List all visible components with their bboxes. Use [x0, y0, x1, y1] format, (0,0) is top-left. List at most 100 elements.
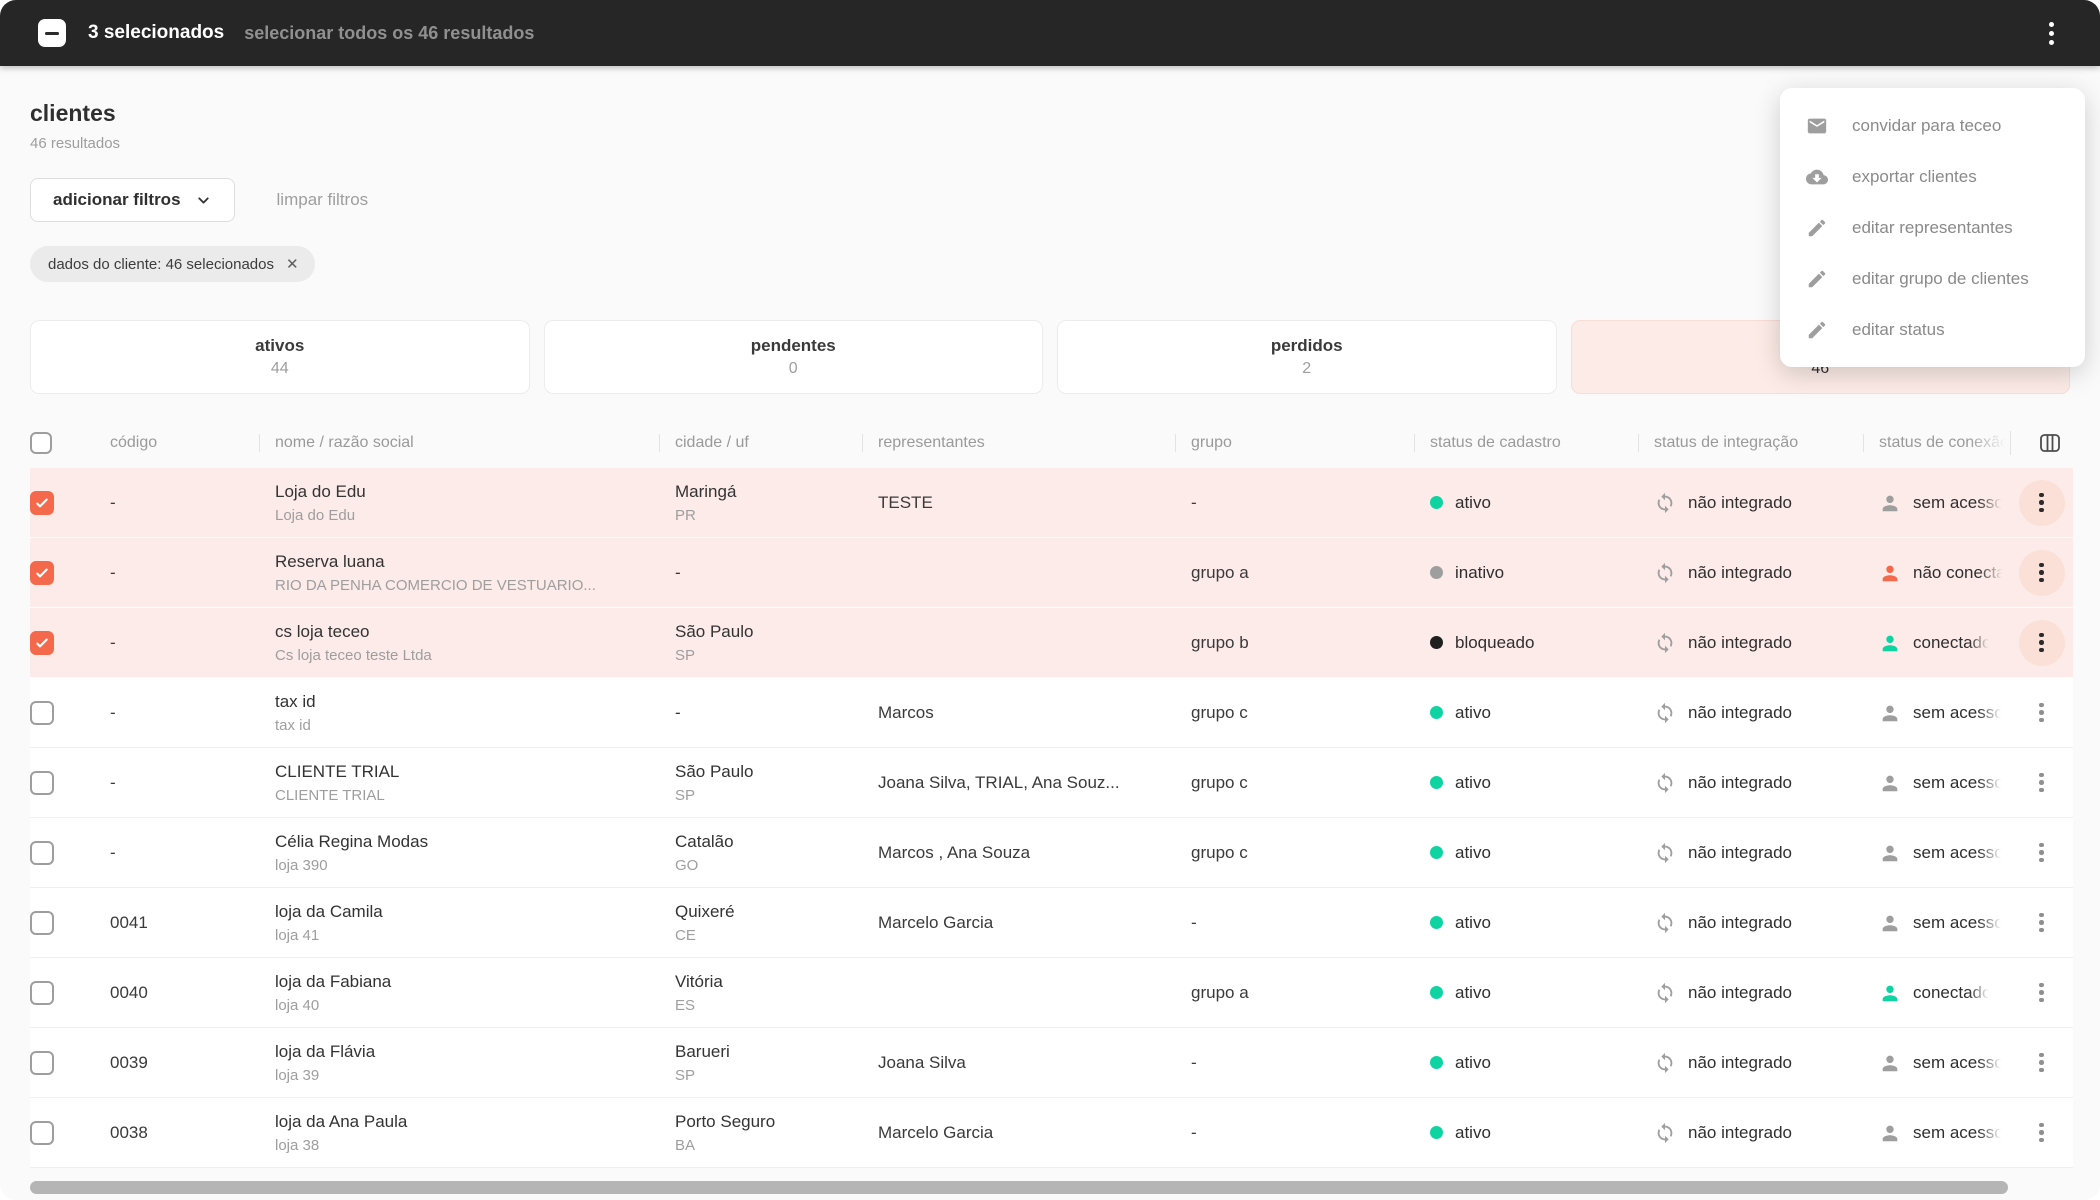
filter-chip[interactable]: dados do cliente: 46 selecionados ✕: [30, 246, 315, 282]
representatives-cell: Marcelo Garcia: [862, 1123, 1175, 1143]
selection-bar: 3 selecionados selecionar todos os 46 re…: [0, 0, 2100, 66]
column-picker-cell: [2010, 431, 2073, 455]
person-icon: [1879, 492, 1901, 514]
city-cell: QuixeréCE: [659, 902, 862, 944]
row-checkbox-cell: [30, 911, 110, 935]
row-checkbox[interactable]: [30, 701, 54, 725]
clients-page: 3 selecionados selecionar todos os 46 re…: [0, 0, 2100, 1200]
row-menu-cell: [2010, 550, 2073, 596]
status-dot-icon: [1430, 566, 1443, 579]
menu-item-editar-representantes[interactable]: editar representantes: [1780, 202, 2085, 253]
indeterminate-checkbox-icon[interactable]: [38, 19, 66, 47]
row-menu-button[interactable]: [2019, 620, 2065, 666]
code-cell: 0039: [110, 1053, 259, 1073]
status-dot-icon: [1430, 496, 1443, 509]
row-checkbox-cell: [30, 561, 110, 585]
sync-icon: [1654, 562, 1676, 584]
column-header-5: grupo: [1175, 434, 1414, 452]
connection-status-cell: sem acesso: [1863, 492, 2010, 514]
tab-ativos[interactable]: ativos44: [30, 320, 530, 394]
active-filters: dados do cliente: 46 selecionados ✕: [30, 246, 2070, 282]
client-name: loja da Camila: [275, 902, 659, 922]
client-name: loja da Ana Paula: [275, 1112, 659, 1132]
name-cell: cs loja teceoCs loja teceo teste Ltda: [259, 622, 659, 664]
registration-status-label: ativo: [1455, 493, 1491, 513]
client-legal-name: CLIENTE TRIAL: [275, 787, 659, 804]
connection-status-label: sem acesso: [1913, 773, 2004, 793]
client-legal-name: tax id: [275, 717, 659, 734]
registration-status-cell: ativo: [1414, 493, 1638, 513]
city-name: São Paulo: [675, 622, 862, 642]
row-menu-button[interactable]: [2019, 830, 2065, 876]
horizontal-scrollbar[interactable]: [30, 1181, 2008, 1194]
select-all-results-button[interactable]: selecionar todos os 46 resultados: [244, 23, 534, 44]
menu-item-convidar-para-teceo[interactable]: convidar para teceo: [1780, 100, 2085, 151]
chevron-down-icon: [195, 192, 212, 209]
tab-label: ativos: [255, 336, 304, 356]
menu-item-label: exportar clientes: [1852, 167, 1977, 187]
representatives-cell: Marcelo Garcia: [862, 913, 1175, 933]
sync-icon: [1654, 912, 1676, 934]
row-checkbox-cell: [30, 841, 110, 865]
selection-bar-menu-button[interactable]: [2043, 16, 2060, 51]
integration-status-label: não integrado: [1688, 633, 1792, 653]
row-menu-button[interactable]: [2019, 480, 2065, 526]
integration-status-label: não integrado: [1688, 493, 1792, 513]
clear-filters-button[interactable]: limpar filtros: [277, 190, 369, 210]
row-checkbox[interactable]: [30, 981, 54, 1005]
tab-pendentes[interactable]: pendentes0: [544, 320, 1044, 394]
sync-icon: [1654, 982, 1676, 1004]
tab-perdidos[interactable]: perdidos2: [1057, 320, 1557, 394]
columns-icon[interactable]: [2038, 431, 2062, 455]
client-legal-name: Loja do Edu: [275, 507, 659, 524]
menu-item-editar-status[interactable]: editar status: [1780, 304, 2085, 355]
menu-item-exportar-clientes[interactable]: exportar clientes: [1780, 151, 2085, 202]
row-menu-button[interactable]: [2019, 970, 2065, 1016]
city-cell: Porto SeguroBA: [659, 1112, 862, 1154]
code-cell: -: [110, 703, 259, 723]
registration-status-label: ativo: [1455, 983, 1491, 1003]
connection-status-cell: conectado: [1863, 632, 2010, 654]
table-body: -Loja do EduLoja do EduMaringáPRTESTE-at…: [30, 468, 2070, 1168]
integration-status-label: não integrado: [1688, 913, 1792, 933]
registration-status-cell: ativo: [1414, 1123, 1638, 1143]
row-checkbox[interactable]: [30, 841, 54, 865]
row-checkbox[interactable]: [30, 1121, 54, 1145]
group-cell: -: [1175, 913, 1414, 933]
city-name: Catalão: [675, 832, 862, 852]
table-row: -Reserva luanaRIO DA PENHA COMERCIO DE V…: [30, 538, 2073, 608]
menu-item-editar-grupo-de-clientes[interactable]: editar grupo de clientes: [1780, 253, 2085, 304]
person-icon: [1879, 842, 1901, 864]
row-checkbox[interactable]: [30, 1051, 54, 1075]
group-cell: grupo c: [1175, 703, 1414, 723]
row-checkbox[interactable]: [30, 561, 54, 585]
code-cell: 0038: [110, 1123, 259, 1143]
selected-count-label: 3 selecionados: [88, 22, 224, 44]
row-menu-button[interactable]: [2019, 1110, 2065, 1156]
add-filters-button[interactable]: adicionar filtros: [30, 178, 235, 222]
registration-status-cell: ativo: [1414, 913, 1638, 933]
sync-icon: [1654, 1122, 1676, 1144]
close-icon[interactable]: ✕: [286, 255, 299, 273]
connection-status-cell: sem acesso: [1863, 772, 2010, 794]
integration-status-cell: não integrado: [1638, 632, 1863, 654]
row-menu-button[interactable]: [2019, 900, 2065, 946]
row-menu-button[interactable]: [2019, 1040, 2065, 1086]
connection-status-label: conectado: [1913, 983, 1991, 1003]
connection-status-cell: sem acesso: [1863, 842, 2010, 864]
row-checkbox[interactable]: [30, 491, 54, 515]
row-menu-button[interactable]: [2019, 550, 2065, 596]
row-checkbox[interactable]: [30, 771, 54, 795]
group-cell: -: [1175, 493, 1414, 513]
integration-status-label: não integrado: [1688, 1053, 1792, 1073]
name-cell: loja da Ana Paulaloja 38: [259, 1112, 659, 1154]
select-all-checkbox[interactable]: [30, 432, 52, 454]
registration-status-cell: ativo: [1414, 843, 1638, 863]
name-cell: Loja do EduLoja do Edu: [259, 482, 659, 524]
row-checkbox[interactable]: [30, 631, 54, 655]
state-uf: PR: [675, 507, 862, 524]
row-menu-button[interactable]: [2019, 690, 2065, 736]
row-menu-button[interactable]: [2019, 760, 2065, 806]
row-checkbox[interactable]: [30, 911, 54, 935]
client-name: tax id: [275, 692, 659, 712]
